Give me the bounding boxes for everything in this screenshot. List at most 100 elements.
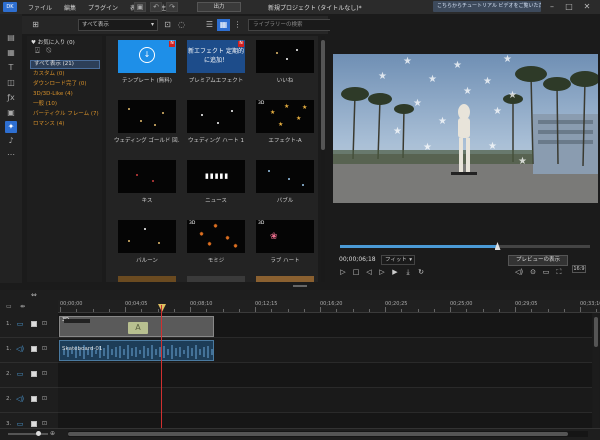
track-lane-video-2[interactable]: [58, 363, 592, 388]
lock-icon[interactable]: ⊡: [42, 320, 47, 327]
fullscreen-icon[interactable]: ⛶: [554, 267, 564, 277]
category-item-downloaded[interactable]: ダウンロード完了 (0): [30, 80, 100, 89]
playhead-line[interactable]: [161, 305, 162, 428]
thumb-effect-a[interactable]: 3D ★ ★ ★ ★ ★: [256, 100, 314, 133]
thumb-news[interactable]: ▮▮▮▮▮: [187, 160, 245, 193]
category-item-3d[interactable]: 3D/3D-Like (4): [30, 90, 100, 99]
pip-room-icon[interactable]: ▣: [5, 107, 17, 119]
track-manager-icon[interactable]: ⇔: [31, 291, 37, 299]
media-room-icon[interactable]: ▤: [5, 32, 17, 44]
favorites-header[interactable]: ♥ お気に入り (0): [31, 38, 75, 46]
preview-scrubber[interactable]: [340, 242, 590, 250]
close-icon[interactable]: ✕: [581, 1, 593, 13]
category-item-general[interactable]: 一般 (10): [30, 100, 100, 109]
monitor-icon[interactable]: ▭: [541, 267, 551, 277]
fit-timeline-icon[interactable]: ⇹: [20, 303, 25, 310]
audio-clip[interactable]: Skateboard-01: [59, 340, 214, 361]
timeline-horizontal-scrollbar[interactable]: [68, 431, 588, 437]
download-icon[interactable]: ⊡: [161, 19, 174, 31]
thumb-maple[interactable]: 3D ✸ ✸ ✸ ✸ ✸: [187, 220, 245, 253]
stop-icon[interactable]: □: [351, 267, 361, 277]
more-icon[interactable]: ⋯: [5, 149, 17, 161]
timeline-ruler[interactable]: 00;00;00 00;04;05 00;08;10 00;12;15 00;16;20…: [58, 300, 600, 313]
delete-tag-icon[interactable]: ⍉: [46, 46, 51, 55]
maximize-icon[interactable]: □: [563, 1, 575, 13]
track-enable-checkbox[interactable]: [31, 346, 37, 352]
title-room-icon[interactable]: T: [5, 62, 17, 74]
track-lane-video-1[interactable]: 3D A: [58, 313, 592, 338]
thumb-love-heart[interactable]: 3D ❀: [256, 220, 314, 253]
grid-view-icon[interactable]: ▦: [217, 19, 230, 31]
preview-mode-button[interactable]: プレビューの表示: [508, 255, 568, 266]
audio-room-icon[interactable]: ♪: [5, 135, 17, 147]
thumb-wedding-heart[interactable]: [187, 100, 245, 133]
video-clip[interactable]: 3D A: [59, 316, 214, 337]
timeline-vertical-scrollbar[interactable]: [593, 313, 599, 428]
volume-icon[interactable]: ◁): [514, 267, 524, 277]
output-button[interactable]: 出力: [197, 2, 241, 12]
thumb-balloon[interactable]: [118, 220, 176, 253]
track-enable-checkbox[interactable]: [31, 321, 37, 327]
undo-icon[interactable]: ↶: [150, 2, 162, 12]
sort-icon[interactable]: ⋮: [231, 19, 244, 31]
panel-splitter[interactable]: [0, 283, 600, 290]
previous-frame-icon[interactable]: ◁: [364, 267, 374, 277]
track-enable-checkbox[interactable]: [31, 371, 37, 377]
transition-room-icon[interactable]: ◫: [5, 77, 17, 89]
track-lane-audio-1[interactable]: Skateboard-01: [58, 338, 592, 363]
template-room-icon[interactable]: ▦: [5, 47, 17, 59]
play-icon[interactable]: ▷: [338, 267, 348, 277]
thumb-partial[interactable]: [187, 276, 245, 282]
repeat-icon[interactable]: ⤓: [403, 267, 413, 277]
plugin-icon[interactable]: ◌: [175, 19, 188, 31]
redo-icon[interactable]: ↷: [166, 2, 178, 12]
thumb-premium[interactable]: 新エフェクト 定期的に追加！ N: [187, 40, 245, 73]
minimize-icon[interactable]: –: [546, 1, 558, 13]
lock-icon[interactable]: ⊡: [42, 345, 47, 352]
category-item-custom[interactable]: カスタム (0): [30, 70, 100, 79]
thumb-template[interactable]: ↓ N: [118, 40, 176, 73]
save-icon[interactable]: ▣: [134, 2, 146, 12]
lock-icon[interactable]: ⊡: [42, 420, 47, 427]
category-item-particle-frame[interactable]: パーティクル フレーム (7): [30, 110, 100, 119]
menu-file[interactable]: ファイル: [28, 3, 52, 12]
tutorial-banner[interactable]: こちらからチュートリアル ビデオをご覧いただけます。: [433, 1, 541, 12]
timeline-zoom-slider[interactable]: [8, 431, 48, 436]
effect-room-icon[interactable]: ƒx: [5, 92, 17, 104]
thumb-partial[interactable]: [118, 276, 176, 282]
thumb-kiss[interactable]: [118, 160, 176, 193]
lock-icon[interactable]: ⊡: [42, 395, 47, 402]
category-item-romance[interactable]: ロマンス (4): [30, 120, 100, 129]
playhead-marker[interactable]: [158, 304, 166, 312]
track-enable-checkbox[interactable]: [31, 396, 37, 402]
add-tag-icon[interactable]: ⍍: [35, 46, 40, 55]
timeline-tracks[interactable]: 3D A Skateboard-01: [58, 313, 592, 428]
menu-edit[interactable]: 編集: [64, 3, 76, 12]
timeline-view-icon[interactable]: ▭: [6, 303, 12, 310]
category-item-all[interactable]: すべて表示 (21): [30, 60, 100, 69]
zoom-fit-select[interactable]: フィット ▾: [381, 255, 415, 265]
track-lane-audio-2[interactable]: [58, 388, 592, 413]
thumb-partial[interactable]: [256, 276, 314, 282]
aspect-ratio-badge[interactable]: 16:9: [572, 265, 586, 273]
zoom-slider-handle[interactable]: [36, 431, 41, 436]
view-select[interactable]: すべて表示 ▾: [78, 19, 158, 31]
lock-icon[interactable]: ⊡: [42, 370, 47, 377]
list-view-icon[interactable]: ☰: [203, 19, 216, 31]
camera-icon[interactable]: ⊙: [528, 267, 538, 277]
fast-forward-icon[interactable]: ▶: [390, 267, 400, 277]
import-icon[interactable]: ⊞: [29, 19, 42, 31]
snapshot-icon[interactable]: ↻: [416, 267, 426, 277]
track-lane-video-3[interactable]: [58, 413, 592, 428]
menu-plugins[interactable]: プラグイン: [88, 3, 118, 12]
thumb-like[interactable]: [256, 40, 314, 73]
thumb-bubble[interactable]: [256, 160, 314, 193]
thumb-wedding-gold[interactable]: [118, 100, 176, 133]
particle-room-icon[interactable]: ✦: [5, 121, 17, 133]
zoom-in-icon[interactable]: ⊕: [50, 430, 55, 437]
grid-scrollbar[interactable]: [321, 36, 325, 282]
preview-video[interactable]: ★ ★ ★ ★ ★ ★ ★ ★ ★ ★ ★ ★ ★ ★ ★: [333, 54, 598, 203]
next-frame-icon[interactable]: ▷: [377, 267, 387, 277]
3d-badge: 3D: [258, 101, 265, 106]
track-enable-checkbox[interactable]: [31, 421, 37, 427]
